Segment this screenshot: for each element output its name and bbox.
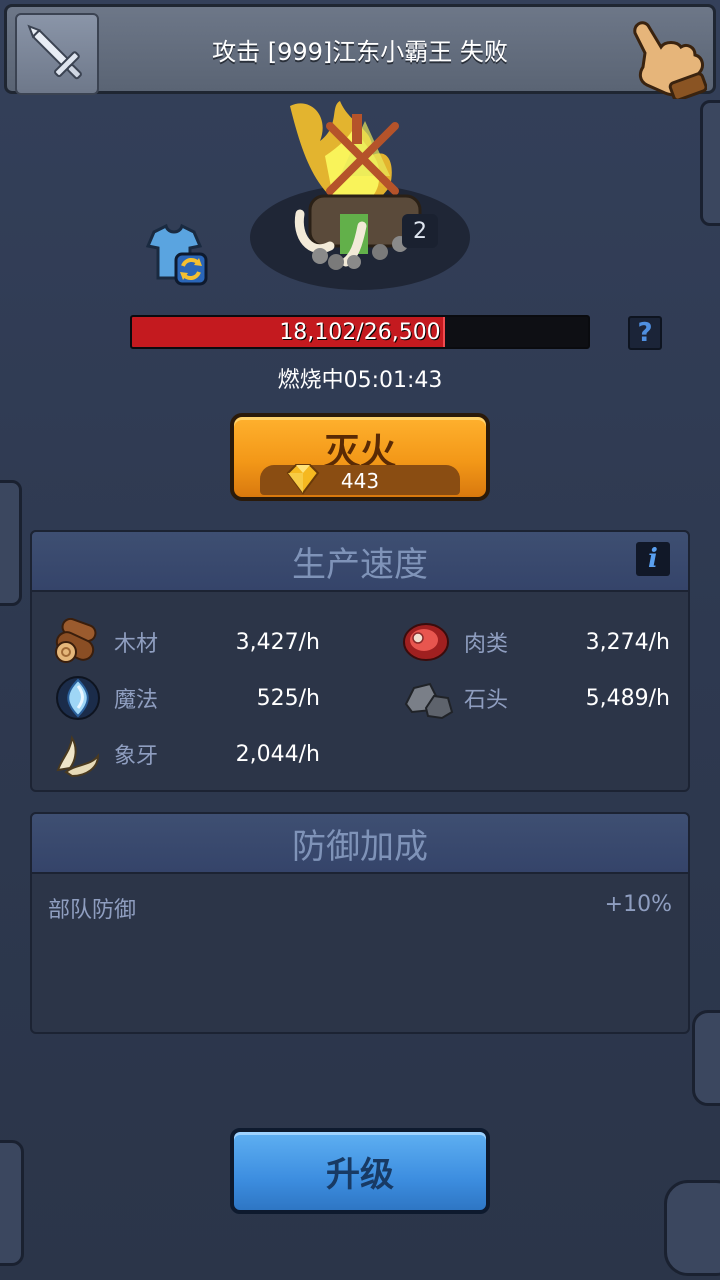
stone-icon <box>404 682 454 720</box>
resource-name: 肉类 <box>464 632 509 657</box>
attack-icon-button[interactable] <box>15 13 99 95</box>
defense-panel-header: 防御加成 <box>30 812 690 874</box>
resource-wood: 木材 3,427/h <box>52 618 320 666</box>
resource-name: 石头 <box>464 688 509 713</box>
extinguish-fire-button[interactable]: 灭火 443 <box>230 413 490 501</box>
production-panel-title: 生产速度 <box>292 544 428 585</box>
resource-name: 木材 <box>114 632 159 657</box>
resource-meat: 肉类 3,274/h <box>402 618 670 666</box>
defense-panel-title: 防御加成 <box>292 826 428 867</box>
production-panel-header: 生产速度 i <box>30 530 690 592</box>
cave-rock-left-lower <box>0 1140 24 1266</box>
production-speed-panel: 生产速度 i 木材 3,427/h 肉类 3,274/h 魔法 525/h 石头… <box>30 530 690 792</box>
cave-rock-right <box>692 1010 720 1106</box>
change-skin-icon[interactable] <box>140 222 210 288</box>
building-level-badge: 2 <box>402 214 438 248</box>
ivory-tusk-icon <box>56 735 100 778</box>
resource-stone: 石头 5,489/h <box>402 674 670 722</box>
upgrade-button[interactable]: 升级 <box>230 1128 490 1214</box>
sword-attack-icon <box>27 24 82 80</box>
cave-rock-left <box>0 480 22 606</box>
production-info-button[interactable]: i <box>636 542 670 576</box>
resource-name: 象牙 <box>114 744 159 769</box>
defense-row-label: 部队防御 <box>48 898 137 923</box>
resource-value: 3,274/h <box>585 629 670 655</box>
campfire-icon[interactable] <box>270 96 460 276</box>
extinguish-cost-value: 443 <box>340 469 380 493</box>
pointing-hand-icon[interactable] <box>625 13 707 99</box>
resource-ivory: 象牙 2,044/h <box>52 730 320 778</box>
resource-value: 3,427/h <box>235 629 320 655</box>
cave-rock-right-lower <box>664 1180 720 1276</box>
defense-row-value: +10% <box>604 892 672 917</box>
resource-value: 5,489/h <box>585 685 670 711</box>
hp-text: 18,102/26,500 <box>279 319 441 345</box>
defense-row: 部队防御 +10% <box>48 892 672 923</box>
resource-name: 魔法 <box>114 688 159 713</box>
help-button[interactable]: ? <box>628 316 662 350</box>
burning-timer-text: 燃烧中05:01:43 <box>277 368 443 393</box>
magic-crystal-icon <box>56 676 100 720</box>
resource-value: 2,044/h <box>235 741 320 767</box>
cave-rock-right-top <box>700 100 720 226</box>
resource-magic: 魔法 525/h <box>52 674 320 722</box>
wood-log-icon <box>55 618 97 663</box>
meat-icon <box>403 623 449 661</box>
building-hp-bar: 18,102/26,500 <box>130 315 590 349</box>
attack-notification-bar[interactable]: 攻击 [999]江东小霸王 失败 <box>4 4 716 99</box>
resource-value: 525/h <box>256 685 320 711</box>
notification-text: 攻击 [999]江东小霸王 失败 <box>212 37 508 66</box>
